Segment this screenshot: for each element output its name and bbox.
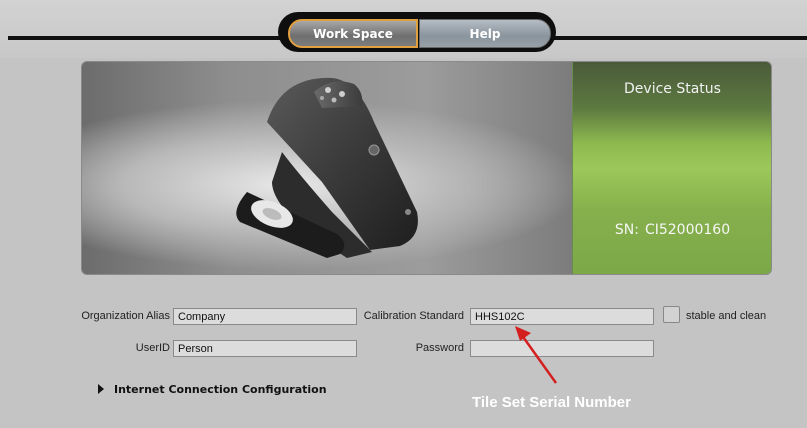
device-status-panel: Device Status SN: CI52000160: [572, 62, 771, 274]
serial-number-display: SN: CI52000160: [573, 222, 771, 238]
stable-clean-label: stable and clean: [686, 310, 767, 322]
spectrophotometer-image: [236, 77, 418, 258]
device-image: [82, 62, 572, 274]
device-status-title: Device Status: [624, 81, 721, 97]
organization-alias-label: Organization Alias: [81, 310, 170, 322]
calibration-standard-input[interactable]: [470, 308, 654, 325]
user-id-label: UserID: [135, 342, 170, 354]
annotation-label: Tile Set Serial Number: [472, 394, 631, 411]
password-label: Password: [415, 342, 464, 354]
device-panel: Device Status SN: CI52000160: [81, 61, 772, 275]
tab-work-space[interactable]: Work Space: [288, 19, 418, 48]
tab-rail-left: [8, 36, 290, 40]
internet-config-label: Internet Connection Configuration: [114, 382, 327, 396]
stable-clean-checkbox[interactable]: [663, 306, 680, 323]
tab-rail-right: [545, 36, 807, 40]
serial-number-label: SN:: [614, 222, 639, 238]
tab-help[interactable]: Help: [419, 19, 551, 48]
calibration-standard-label: Calibration Standard: [363, 310, 464, 322]
organization-alias-input[interactable]: [173, 308, 357, 325]
user-id-input[interactable]: [173, 340, 357, 357]
internet-config-toggle[interactable]: Internet Connection Configuration: [98, 380, 327, 398]
serial-number-value: CI52000160: [644, 222, 731, 238]
password-input[interactable]: [470, 340, 654, 357]
expand-arrow-icon: [98, 384, 104, 394]
